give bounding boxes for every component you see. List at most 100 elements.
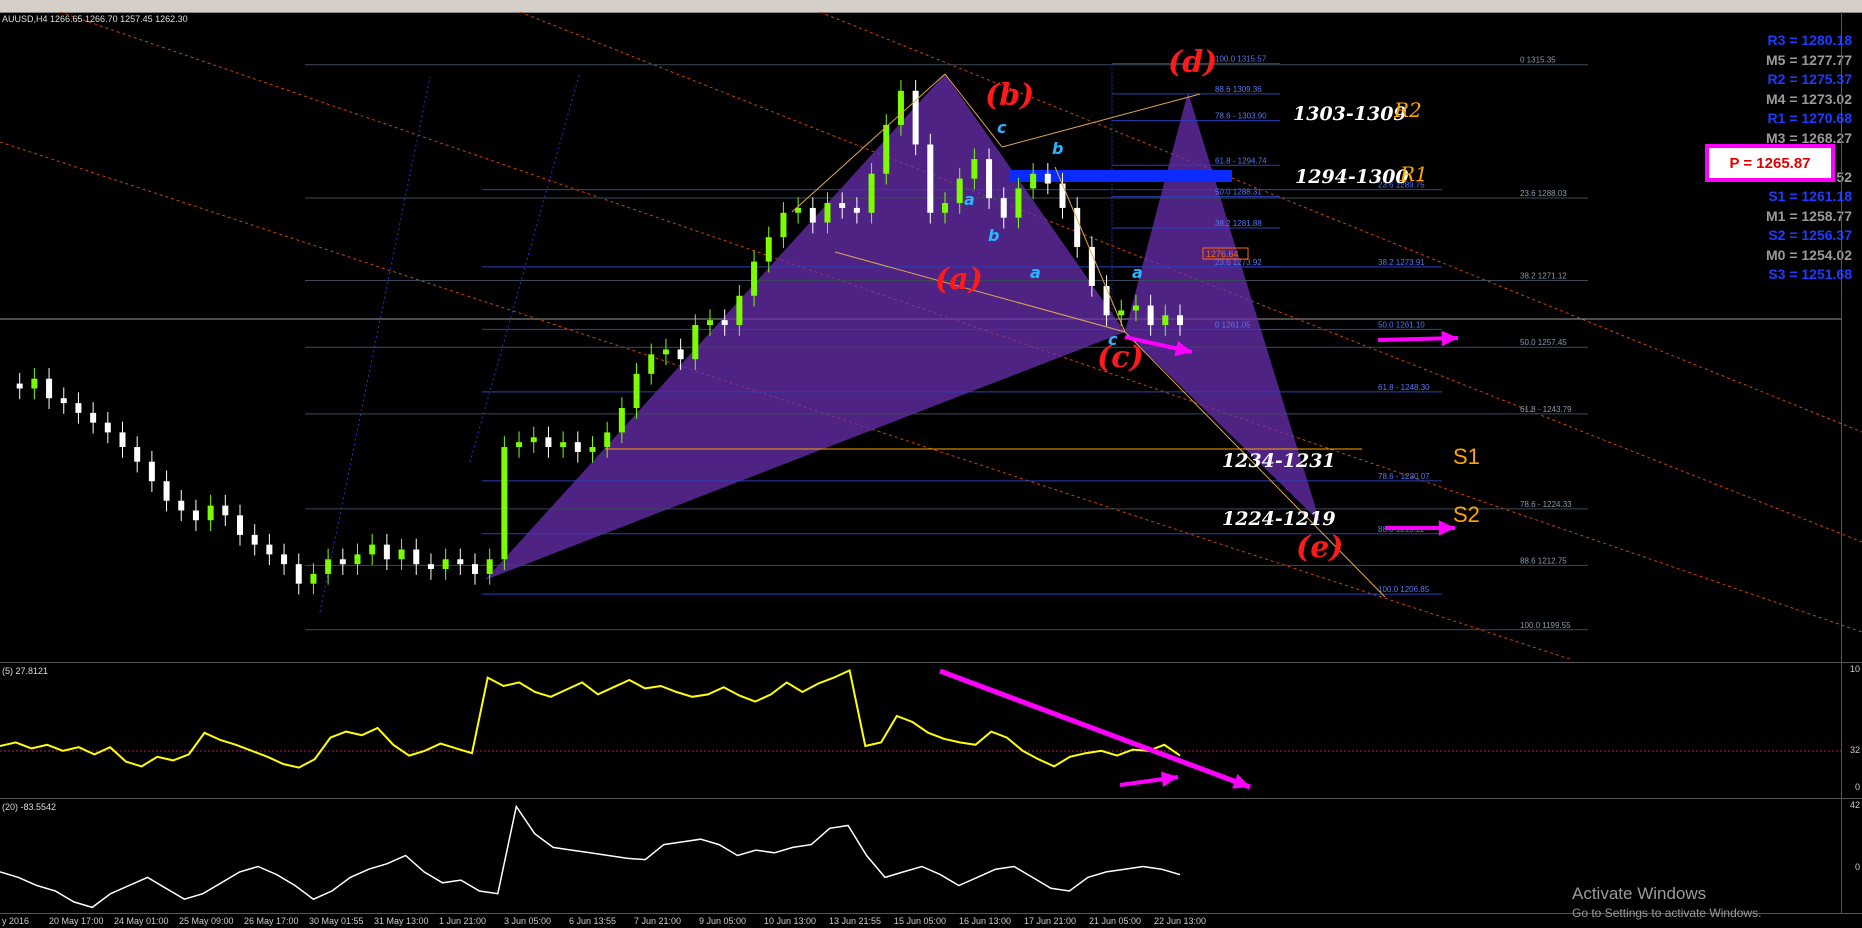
candle-body-9	[134, 447, 141, 462]
rsi-pane[interactable]	[0, 662, 1862, 796]
rsi-svg	[0, 668, 1842, 790]
candle-body-49	[721, 320, 728, 326]
harmonic-pattern-left	[485, 74, 1125, 580]
cci-line	[0, 804, 1181, 909]
candle-body-19	[281, 554, 288, 565]
candle-body-60	[883, 124, 890, 174]
time-tick-16: 17 Jun 21:00	[1024, 916, 1077, 926]
fib-set0-label-7: 0 1261.05	[1215, 321, 1251, 330]
pivot-level-3: M4 = 1273.02	[1765, 90, 1852, 107]
candle-body-14	[207, 505, 214, 521]
cci-info: (20) -83.5542	[2, 802, 57, 812]
candle-body-27	[398, 549, 405, 560]
candle-body-29	[427, 564, 434, 570]
candle-body-78	[1147, 305, 1154, 326]
candle-body-25	[369, 544, 376, 555]
fib-set1-label-0: 0 1315.35	[1520, 56, 1556, 65]
candle-body-80	[1177, 315, 1183, 326]
subwave-a-2: a	[1030, 263, 1041, 282]
fib-set2-label-3: 61.8 - 1248.30	[1378, 383, 1430, 392]
candle-body-77	[1132, 305, 1139, 311]
time-tick-17: 21 Jun 05:00	[1089, 916, 1142, 926]
fib-set1-label-2: 38.2 1271.12	[1520, 272, 1567, 281]
subwave-c-bottom: c	[1108, 330, 1118, 349]
zone-r1-tag: R1	[1400, 162, 1428, 186]
zone-r1-text: 1294-1300	[1295, 166, 1409, 188]
candle-body-28	[413, 549, 420, 565]
candle-body-41	[604, 432, 611, 448]
fib-set0-label-1: 88.6 1309.36	[1215, 85, 1262, 94]
candle-body-2	[31, 378, 38, 389]
candle-body-15	[222, 505, 229, 516]
subwave-b-2: b	[1052, 139, 1064, 158]
rsi-divergence-arrow-shaft	[939, 668, 1251, 790]
activate-windows-subtitle: Go to Settings to activate Windows.	[1572, 906, 1762, 920]
candle-body-44	[648, 354, 655, 374]
price-scale[interactable]	[1841, 12, 1862, 913]
candle-body-68	[1000, 198, 1007, 218]
fib-set1-label-3: 50.0 1257.45	[1520, 338, 1567, 347]
fib-set1-label-6: 88.6 1212.75	[1520, 556, 1567, 565]
candle-body-7	[104, 422, 111, 433]
candle-body-40	[589, 447, 596, 452]
candle-body-16	[237, 515, 243, 535]
candle-body-6	[90, 412, 97, 423]
candle-body-43	[633, 373, 640, 408]
candle-body-38	[560, 442, 567, 448]
candle-body-45	[662, 349, 669, 355]
time-tick-12: 10 Jun 13:00	[764, 916, 817, 926]
candle-body-48	[707, 320, 713, 326]
candle-body-51	[751, 261, 758, 296]
candle-body-59	[868, 173, 875, 213]
candle-body-64	[942, 203, 948, 213]
candle-body-61	[897, 90, 904, 125]
rsi-line	[0, 668, 1181, 769]
candle-body-39	[574, 442, 581, 452]
time-tick-11: 9 Jun 05:00	[699, 916, 747, 926]
candle-body-20	[295, 564, 302, 584]
pivot-level-12: S3 = 1251.68	[1768, 266, 1852, 282]
candle-body-30	[442, 559, 449, 570]
candle-body-65	[956, 178, 963, 204]
zone-s2-tag: S2	[1453, 502, 1480, 527]
candle-body-36	[530, 437, 537, 443]
candle-body-69	[1015, 188, 1022, 218]
fib-set0-label-4: 50.0 1288.31	[1215, 188, 1262, 197]
price-chart-pane[interactable]: 100.0 1315.57 88.6 1309.36 78.6 - 1303.90 6…	[0, 12, 1862, 659]
candle-body-47	[692, 325, 699, 360]
zone-r2-text: 1303-1309	[1293, 103, 1407, 125]
time-tick-0: y 2016	[2, 916, 30, 926]
fib-set1-label-5: 78.6 - 1224.33	[1520, 500, 1572, 509]
pivot-level-9: M1 = 1258.77	[1765, 207, 1852, 224]
resistance-box	[1010, 170, 1232, 182]
candle-body-23	[339, 559, 346, 565]
candle-body-8	[119, 432, 126, 448]
price-tag-text: 1276.64	[1206, 249, 1239, 259]
price-chart-svg: 100.0 1315.57 88.6 1309.36 78.6 - 1303.90 6…	[0, 12, 1862, 659]
candle-body-32	[472, 564, 478, 574]
candle-body-76	[1118, 310, 1125, 316]
candle-body-53	[780, 212, 787, 238]
candle-body-1	[16, 383, 23, 389]
pivot-level-10: S2 = 1256.37	[1768, 227, 1852, 243]
dotted-trend-0	[319, 76, 431, 613]
candle-body-46	[677, 349, 684, 360]
candle-body-31	[457, 559, 464, 565]
fib-set0-label-5: 38.2 1281.88	[1215, 219, 1262, 228]
zone-r2-tag: R2	[1394, 98, 1422, 122]
wave-label-e: (e)	[1296, 530, 1344, 565]
candle-body-75	[1103, 286, 1110, 316]
time-tick-4: 26 May 17:00	[244, 916, 299, 926]
fib-set1-label-4: 61.8 - 1243.79	[1520, 405, 1572, 414]
pivot-level-4: R1 = 1270.68	[1767, 110, 1852, 126]
candle-body-71	[1044, 173, 1051, 184]
candle-body-21	[310, 573, 317, 584]
candle-body-70	[1030, 173, 1037, 189]
zone-s2-text: 1224-1219	[1222, 508, 1336, 530]
fib-set2-label-1: 38.2 1273.91	[1378, 258, 1425, 267]
candle-body-4	[60, 398, 67, 404]
symbol-info: AUUSD,H4 1266.65 1266.70 1257.45 1262.30	[2, 14, 188, 24]
pivot-level-0: R3 = 1280.18	[1767, 32, 1852, 48]
candle-body-33	[486, 559, 493, 574]
fib-set0-label-3: 61.8 - 1294.74	[1215, 156, 1267, 165]
